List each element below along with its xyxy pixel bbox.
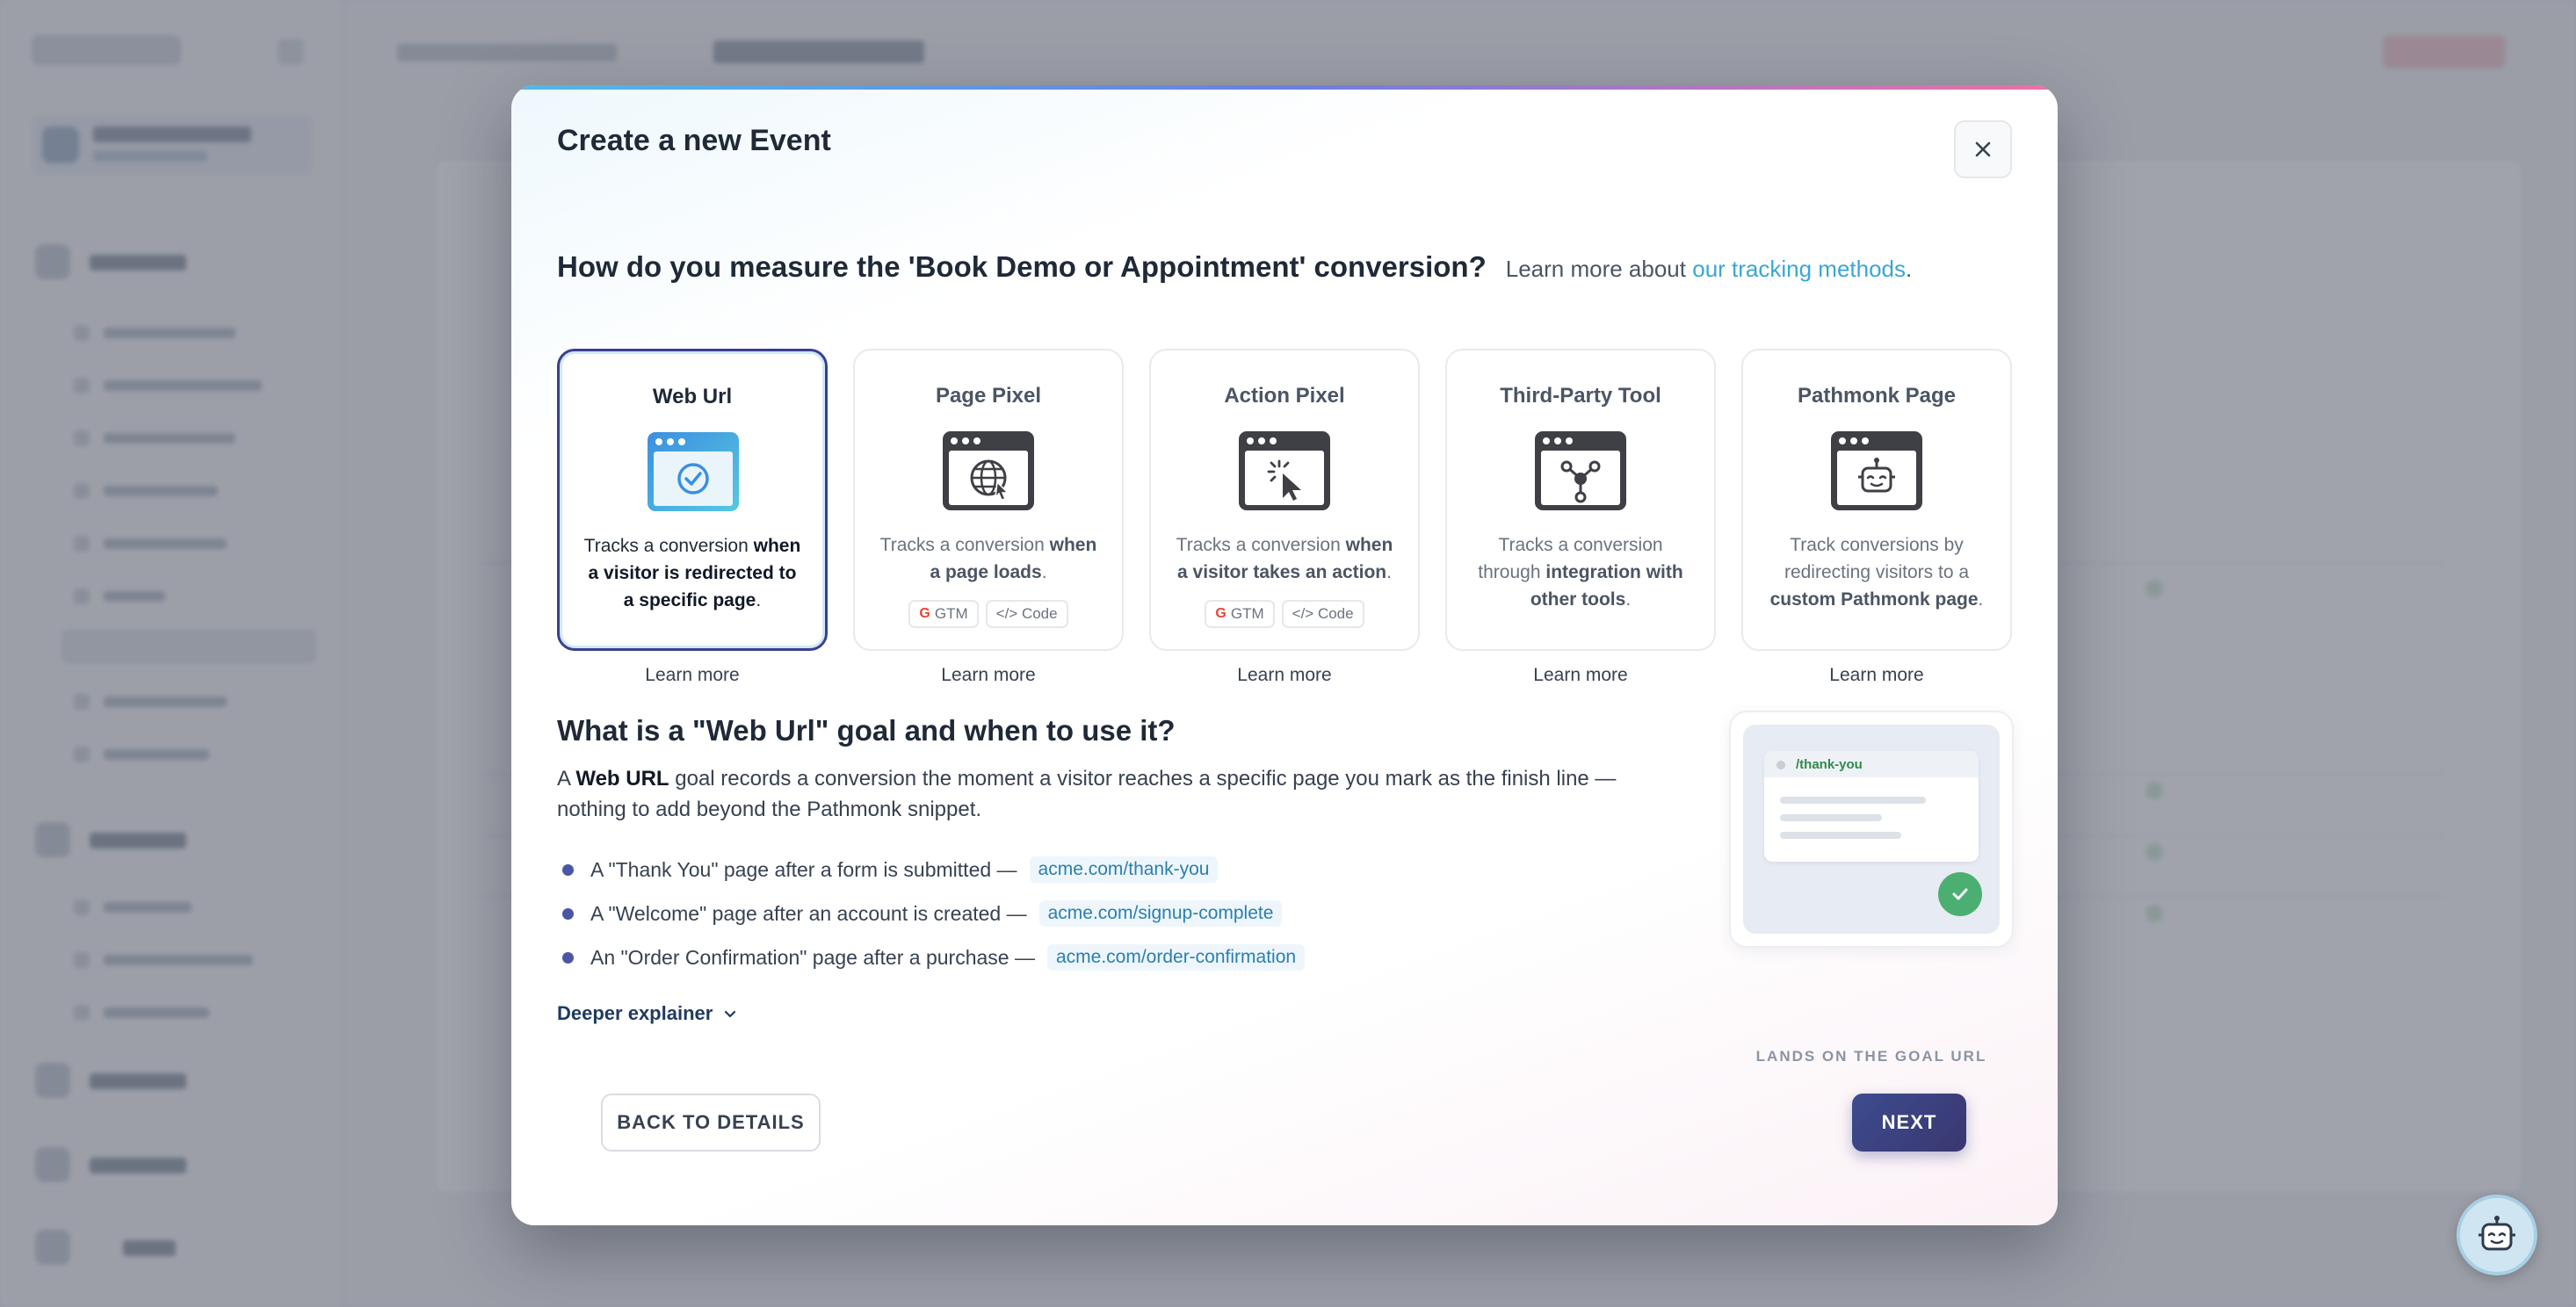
modal-accent-line bbox=[511, 85, 2058, 90]
method-card-third-party[interactable]: Third-Party Tool Tracks a conversion thr… bbox=[1445, 349, 1716, 651]
close-button[interactable] bbox=[1954, 120, 2012, 178]
method-title: Page Pixel bbox=[935, 384, 1042, 408]
list-item: A "Welcome" page after an account is cre… bbox=[557, 892, 1690, 935]
method-cards: Web Url Tracks a conversion when a visit… bbox=[557, 349, 2012, 691]
illustration-caption: LANDS ON THE GOAL URL bbox=[1755, 1048, 1987, 1065]
integration-chips: G GTM </> Code bbox=[1151, 600, 1418, 628]
next-button[interactable]: NEXT bbox=[1852, 1094, 1966, 1152]
method-description: Tracks a conversion when a visitor is re… bbox=[583, 536, 801, 610]
bullet-icon bbox=[562, 908, 574, 920]
example-url: acme.com/signup-complete bbox=[1038, 900, 1283, 927]
bullet-icon bbox=[562, 952, 574, 964]
tracking-methods-link[interactable]: our tracking methods bbox=[1692, 256, 1906, 282]
cursor-click-browser-icon bbox=[1239, 431, 1330, 510]
deeper-explainer-toggle[interactable]: Deeper explainer bbox=[557, 1002, 737, 1025]
explain-body: A Web URL goal records a conversion the … bbox=[557, 767, 1617, 821]
learn-more-link[interactable]: Learn more bbox=[1149, 665, 1420, 686]
method-title: Pathmonk Page bbox=[1797, 384, 1957, 408]
method-title: Action Pixel bbox=[1224, 384, 1345, 408]
web-url-icon bbox=[648, 432, 739, 511]
learn-more-link[interactable]: Learn more bbox=[853, 665, 1124, 686]
learn-more-link[interactable]: Learn more bbox=[1445, 665, 1716, 686]
gtm-chip: G GTM bbox=[908, 600, 979, 628]
example-list: A "Thank You" page after a form is submi… bbox=[557, 848, 1690, 979]
measure-question: How do you measure the 'Book Demo or App… bbox=[557, 250, 1912, 284]
example-url: acme.com/order-confirmation bbox=[1046, 944, 1306, 971]
robot-browser-icon bbox=[1831, 431, 1922, 510]
learn-more-text: Learn more about our tracking methods. bbox=[1505, 256, 1913, 282]
close-icon bbox=[1975, 141, 1991, 157]
method-pathmonk-page: Pathmonk Page Track conversions by redir… bbox=[1741, 349, 2012, 686]
goal-url-illustration: /thank-you bbox=[1729, 711, 2014, 948]
code-chip: </> Code bbox=[1281, 600, 1364, 628]
method-description: Tracks a conversion when a page loads. bbox=[879, 535, 1097, 582]
list-item: An "Order Confirmation" page after a pur… bbox=[557, 935, 1690, 979]
create-event-modal: Create a new Event How do you measure th… bbox=[511, 85, 2058, 1225]
learn-more-link[interactable]: Learn more bbox=[1741, 665, 2012, 686]
globe-browser-icon bbox=[943, 431, 1034, 510]
method-description: Tracks a conversion through integration … bbox=[1478, 535, 1683, 610]
list-item: A "Thank You" page after a form is submi… bbox=[557, 848, 1690, 892]
learn-more-link[interactable]: Learn more bbox=[557, 665, 828, 686]
integration-chips: G GTM </> Code bbox=[855, 600, 1122, 628]
robot-icon bbox=[2478, 1216, 2515, 1251]
back-to-details-button[interactable]: BACK TO DETAILS bbox=[601, 1094, 821, 1152]
method-title: Web Url bbox=[652, 385, 733, 408]
method-title: Third-Party Tool bbox=[1500, 384, 1661, 408]
method-page-pixel: Page Pixel Tracks a conversion when a pa… bbox=[853, 349, 1124, 686]
browser-page-illustration: /thank-you bbox=[1764, 751, 1979, 862]
method-card-pathmonk-page[interactable]: Pathmonk Page Track conversions by redir… bbox=[1741, 349, 2012, 651]
method-third-party: Third-Party Tool Tracks a conversion thr… bbox=[1445, 349, 1716, 686]
method-action-pixel: Action Pixel Tracks a conversion when a … bbox=[1149, 349, 1420, 686]
method-card-page-pixel[interactable]: Page Pixel Tracks a conversion when a pa… bbox=[853, 349, 1124, 651]
method-card-action-pixel[interactable]: Action Pixel Tracks a conversion when a … bbox=[1149, 349, 1420, 651]
google-icon: G bbox=[919, 606, 930, 621]
google-icon: G bbox=[1215, 606, 1226, 621]
question-text: How do you measure the 'Book Demo or App… bbox=[557, 250, 1487, 283]
integration-browser-icon bbox=[1535, 431, 1626, 510]
explain-title: What is a "Web Url" goal and when to use… bbox=[557, 714, 1176, 747]
chevron-down-icon bbox=[725, 1010, 736, 1018]
check-icon bbox=[1938, 872, 1982, 916]
modal-title: Create a new Event bbox=[557, 124, 831, 157]
code-chip: </> Code bbox=[985, 600, 1068, 628]
bullet-icon bbox=[562, 864, 574, 876]
method-card-web-url[interactable]: Web Url Tracks a conversion when a visit… bbox=[557, 349, 828, 651]
gtm-chip: G GTM bbox=[1205, 600, 1275, 628]
method-description: Tracks a conversion when a visitor takes… bbox=[1176, 535, 1393, 582]
illustration-url: /thank-you bbox=[1796, 757, 1863, 772]
method-web-url: Web Url Tracks a conversion when a visit… bbox=[557, 349, 828, 686]
example-url: acme.com/thank-you bbox=[1029, 856, 1219, 883]
assistant-chat-button[interactable] bbox=[2457, 1195, 2537, 1275]
method-description: Track conversions by redirecting visitor… bbox=[1769, 535, 1984, 610]
